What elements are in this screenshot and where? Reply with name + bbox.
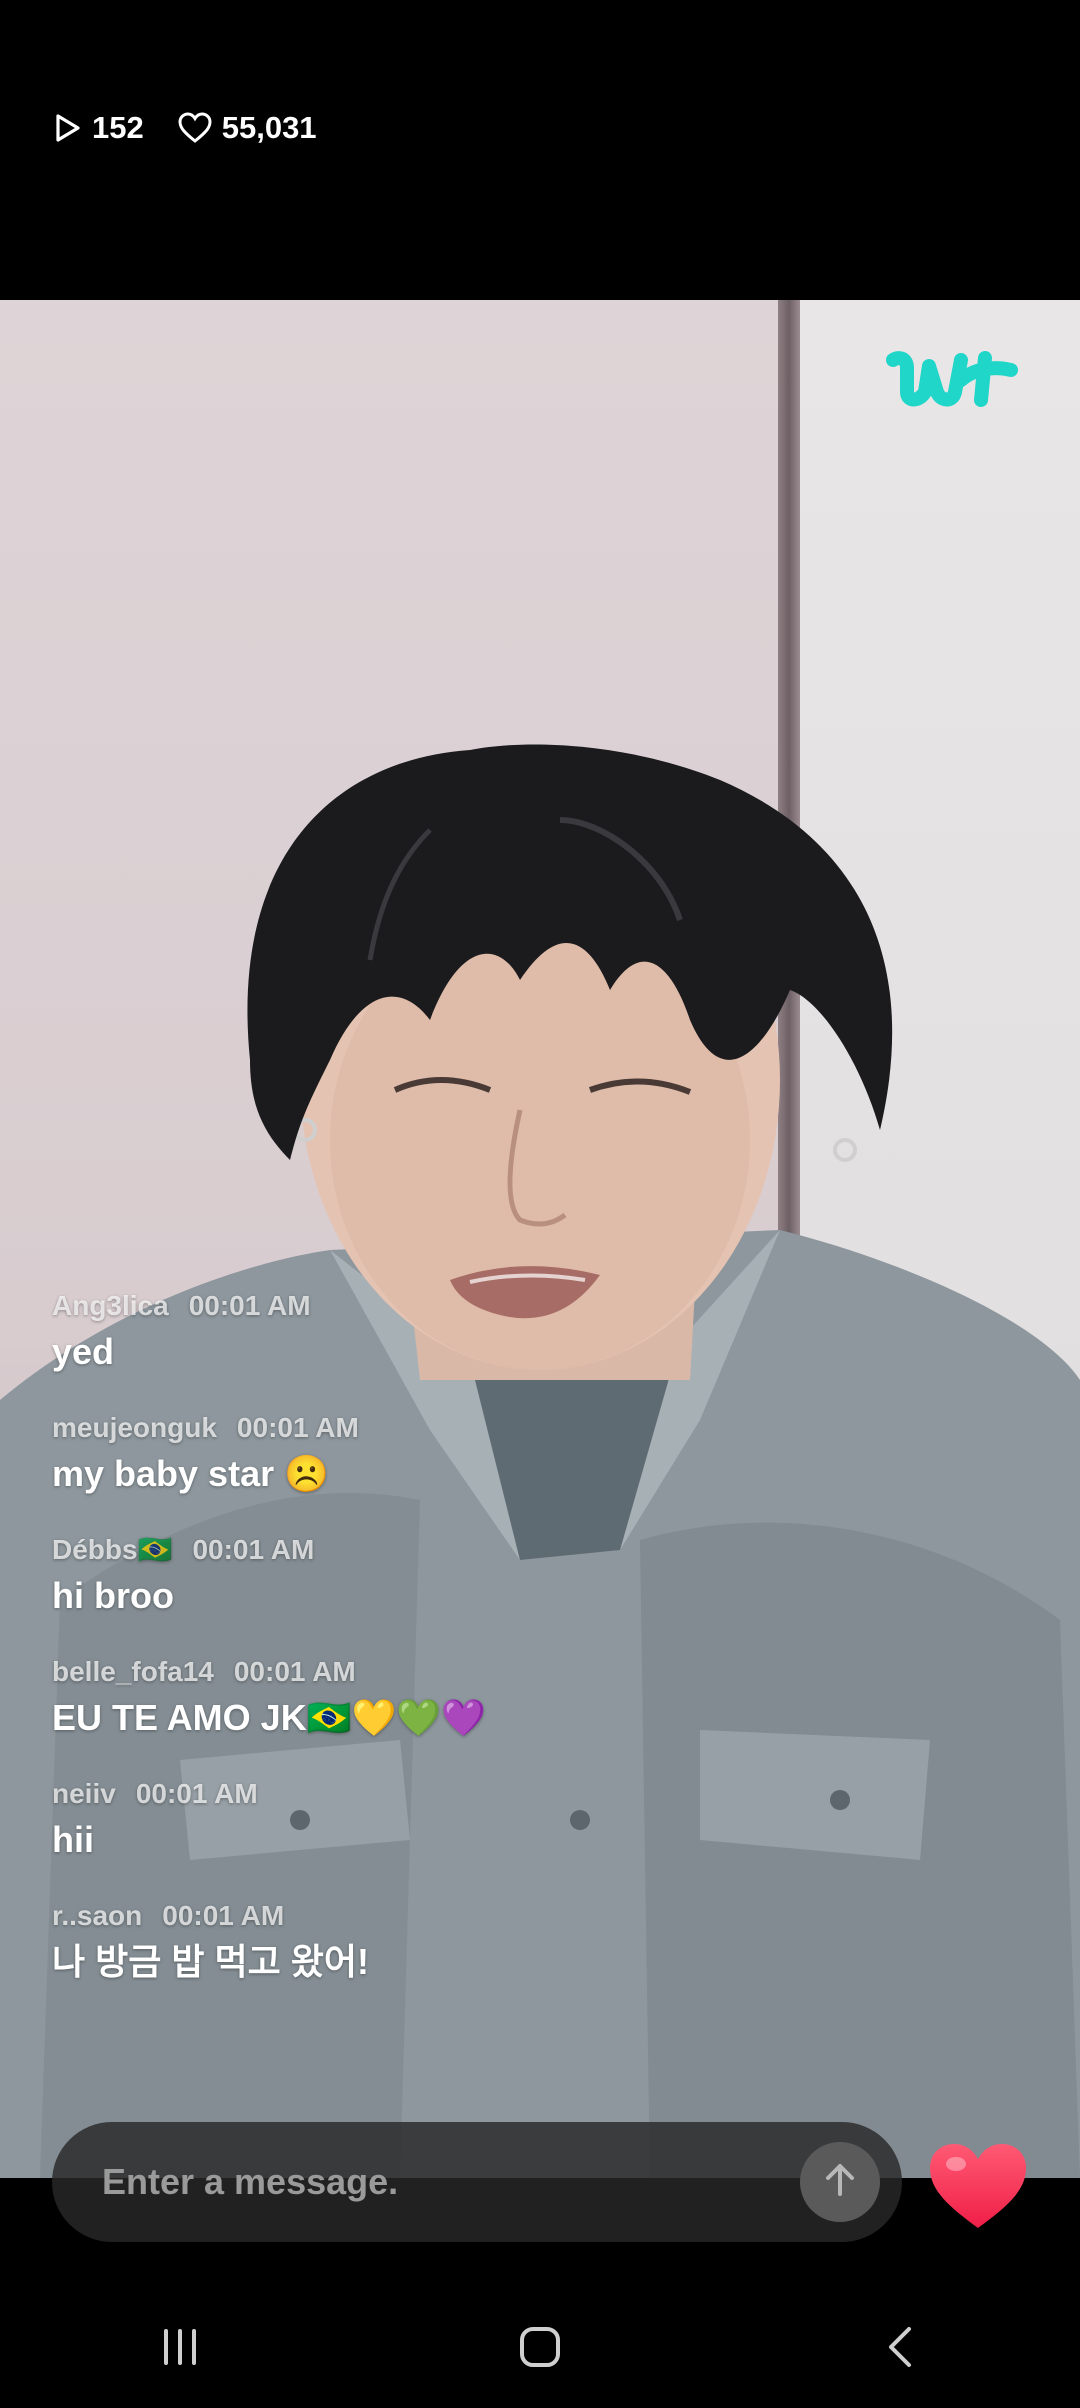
chat-message: r..saon 00:01 AM 나 방금 밥 먹고 왔어! [52,1898,952,1986]
play-icon [52,112,82,144]
chat-message: Débbs🇧🇷 00:01 AM hi broo [52,1532,952,1620]
play-count-value: 152 [92,110,144,145]
chat-text: EU TE AMO JK🇧🇷💛💚💜 [52,1697,486,1738]
chat-message: Ang3lica 00:01 AM yed [52,1288,952,1376]
heart-button[interactable] [926,2140,1030,2232]
chat-timestamp: 00:01 AM [192,1534,315,1565]
chat-username[interactable]: Ang3lica [52,1288,169,1324]
chat-timestamp: 00:01 AM [233,1656,356,1687]
chat-message: belle_fofa14 00:01 AM EU TE AMO JK🇧🇷💛💚💜 [52,1654,952,1742]
home-button[interactable] [480,2309,600,2389]
chat-username[interactable]: meujeonguk [52,1410,217,1446]
arrow-up-icon [818,2158,862,2207]
chat-text: my baby star ☹️ [52,1453,329,1494]
chat-timestamp: 00:01 AM [236,1412,359,1443]
stream-stats: 152 55,031 [52,110,317,146]
chat-text: hi broo [52,1575,174,1616]
message-input-bar[interactable] [52,2122,902,2242]
play-count: 152 [52,110,144,146]
system-navigation-bar [0,2290,1080,2408]
chat-message: meujeonguk 00:01 AM my baby star ☹️ [52,1410,952,1498]
message-input[interactable] [100,2160,784,2204]
chat-username[interactable]: neiiv [52,1776,116,1812]
weverse-logo-icon [885,340,1020,425]
chat-message: neiiv 00:01 AM hii [52,1776,952,1864]
back-button[interactable] [840,2309,960,2389]
send-button[interactable] [800,2142,880,2222]
home-icon [518,2325,562,2374]
like-count: 55,031 [178,110,317,146]
chat-text: 나 방금 밥 먹고 왔어! [52,1941,369,1982]
chat-timestamp: 00:01 AM [162,1900,285,1931]
chat-username[interactable]: Débbs🇧🇷 [52,1532,172,1568]
chat-username[interactable]: belle_fofa14 [52,1654,214,1690]
chat-timestamp: 00:01 AM [188,1290,311,1321]
chat-timestamp: 00:01 AM [135,1778,258,1809]
heart-outline-icon [178,112,212,144]
like-count-value: 55,031 [221,110,317,145]
chat-text: hii [52,1819,94,1860]
recent-apps-icon [158,2327,202,2372]
chat-username[interactable]: r..saon [52,1898,142,1934]
chat-text: yed [52,1331,115,1372]
heart-filled-icon [926,2144,1030,2236]
recent-apps-button[interactable] [120,2309,240,2389]
chat-list[interactable]: Ang3lica 00:01 AM yed meujeonguk 00:01 AM … [52,1288,952,2020]
back-icon [885,2325,915,2374]
